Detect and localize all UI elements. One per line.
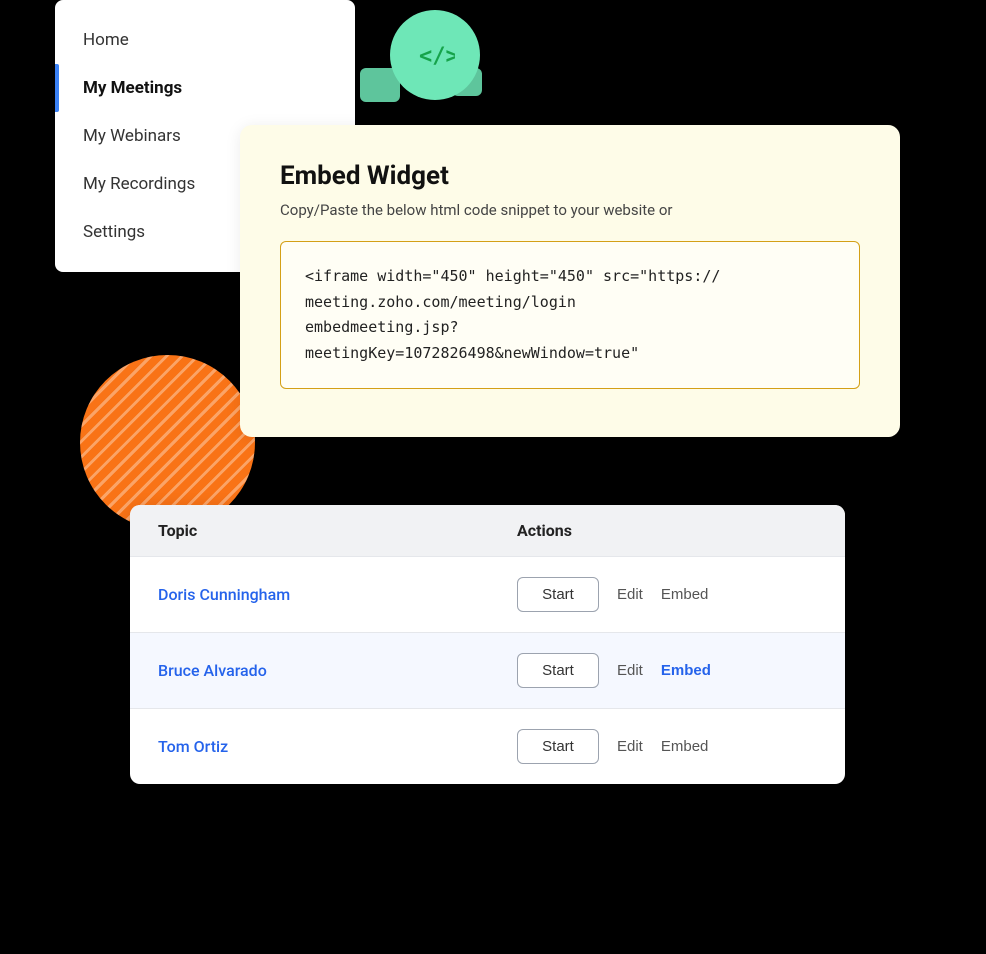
deco-pattern <box>80 355 255 530</box>
deco-orange-circle <box>80 355 255 530</box>
row-actions-doris: Start Edit Embed <box>517 577 817 612</box>
row-topic-bruce[interactable]: Bruce Alvarado <box>158 661 517 680</box>
sidebar-item-label: My Meetings <box>83 78 182 98</box>
start-button-doris[interactable]: Start <box>517 577 599 612</box>
embed-button-tom[interactable]: Embed <box>661 738 709 755</box>
table-row: Doris Cunningham Start Edit Embed <box>130 556 845 632</box>
sidebar-item-home[interactable]: Home <box>55 16 355 64</box>
sidebar-item-my-meetings[interactable]: My Meetings <box>55 64 355 112</box>
sidebar-item-label: Home <box>83 30 129 50</box>
edit-button-bruce[interactable]: Edit <box>617 662 643 679</box>
svg-text:</>: </> <box>419 44 455 69</box>
start-button-tom[interactable]: Start <box>517 729 599 764</box>
row-topic-tom[interactable]: Tom Ortiz <box>158 737 517 756</box>
sidebar-item-label: Settings <box>83 222 145 242</box>
row-actions-bruce: Start Edit Embed <box>517 653 817 688</box>
code-icon-circle: </> <box>390 10 480 100</box>
table-row: Tom Ortiz Start Edit Embed <box>130 708 845 784</box>
column-header-actions: Actions <box>517 521 817 540</box>
embed-button-bruce[interactable]: Embed <box>661 662 711 679</box>
embed-button-doris[interactable]: Embed <box>661 586 709 603</box>
embed-code-box[interactable]: <iframe width="450" height="450" src="ht… <box>280 241 860 389</box>
embed-widget-description: Copy/Paste the below html code snippet t… <box>280 201 860 219</box>
embed-widget-title: Embed Widget <box>280 161 860 191</box>
sidebar-item-label: My Recordings <box>83 174 195 194</box>
edit-button-tom[interactable]: Edit <box>617 738 643 755</box>
table-row: Bruce Alvarado Start Edit Embed <box>130 632 845 708</box>
edit-button-doris[interactable]: Edit <box>617 586 643 603</box>
table-header: Topic Actions <box>130 505 845 556</box>
code-icon: </> <box>415 35 455 75</box>
column-header-topic: Topic <box>158 521 517 540</box>
start-button-bruce[interactable]: Start <box>517 653 599 688</box>
row-actions-tom: Start Edit Embed <box>517 729 817 764</box>
embed-widget-card: Embed Widget Copy/Paste the below html c… <box>240 125 900 437</box>
sidebar-item-label: My Webinars <box>83 126 181 146</box>
row-topic-doris[interactable]: Doris Cunningham <box>158 585 517 604</box>
meetings-table: Topic Actions Doris Cunningham Start Edi… <box>130 505 845 784</box>
